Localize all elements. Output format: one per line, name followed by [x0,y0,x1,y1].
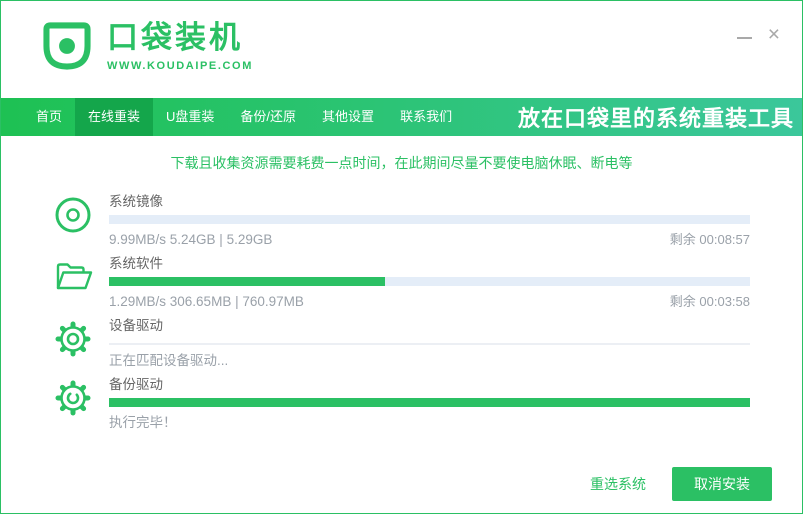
progress-fill [109,277,385,286]
task-label: 设备驱动 [109,318,163,333]
reselect-system-button[interactable]: 重选系统 [590,474,646,494]
close-icon[interactable]: × [768,24,780,45]
app-title: 口袋装机 [107,20,243,55]
task-detail: 1.29MB/s 306.65MB | 760.97MB [109,294,304,309]
task-row: 系统软件 1.29MB/s 306.65MB | 760.97MB 剩余 00:03… [51,255,750,310]
nav-tab[interactable]: U盘重装 [153,98,227,136]
nav-tab[interactable]: 联系我们 [387,98,465,136]
app-logo-icon [39,18,95,76]
footer-actions: 重选系统 取消安装 [590,467,772,501]
app-url: WWW.KOUDAIPE.COM [107,60,253,72]
nav-bar: 首页 在线重装 U盘重装 备份/还原 其他设置 联系我们 放在口袋里的系统重装工具 [1,98,802,136]
task-remaining-time: 剩余 00:03:58 [669,294,750,309]
task-row: 备份驱动执行完毕！ [51,376,750,431]
cancel-install-button[interactable]: 取消安装 [672,467,772,501]
window-controls: × [736,24,780,45]
nav-tab[interactable]: 首页 [23,98,75,136]
disc-icon [51,193,95,237]
progress-fill [109,398,750,407]
task-list: 系统镜像 9.99MB/s 5.24GB | 5.29GB 剩余 00:08:57 … [1,193,802,431]
task-remaining-time: 剩余 00:08:57 [669,232,750,247]
progress-bar [109,398,750,407]
notice-text: 下载且收集资源需要耗费一点时间，在此期间尽量不要使电脑休眠、断电等 [170,155,633,171]
progress-bar [109,215,750,224]
app-window: 口袋装机 WWW.KOUDAIPE.COM × 首页 在线重装 U盘重装 备份/还原其… [0,0,803,514]
progress-bar [109,277,750,286]
task-row: 系统镜像 9.99MB/s 5.24GB | 5.29GB 剩余 00:08:57 [51,193,750,248]
minimize-icon[interactable] [736,27,752,42]
nav-tab[interactable]: 备份/还原 [227,98,309,136]
brand-block: 口袋装机 WWW.KOUDAIPE.COM [107,20,253,73]
gear-sync-icon [51,376,95,420]
task-detail: 9.99MB/s 5.24GB | 5.29GB [109,232,273,247]
nav-tagline: 放在口袋里的系统重装工具 [517,106,794,131]
task-label: 系统软件 [109,256,163,271]
task-label: 系统镜像 [109,194,163,209]
nav-tab[interactable]: 在线重装 [75,98,154,136]
gear-icon [51,317,95,361]
task-label: 备份驱动 [109,377,163,392]
task-row: 设备驱动正在匹配设备驱动... [51,317,750,369]
nav-tab[interactable]: 其他设置 [309,98,387,136]
title-bar: 口袋装机 WWW.KOUDAIPE.COM × [1,1,802,98]
folder-icon [51,255,95,299]
task-detail: 执行完毕！ [109,415,177,430]
task-detail: 正在匹配设备驱动... [109,353,229,368]
progress-bar [109,343,750,345]
